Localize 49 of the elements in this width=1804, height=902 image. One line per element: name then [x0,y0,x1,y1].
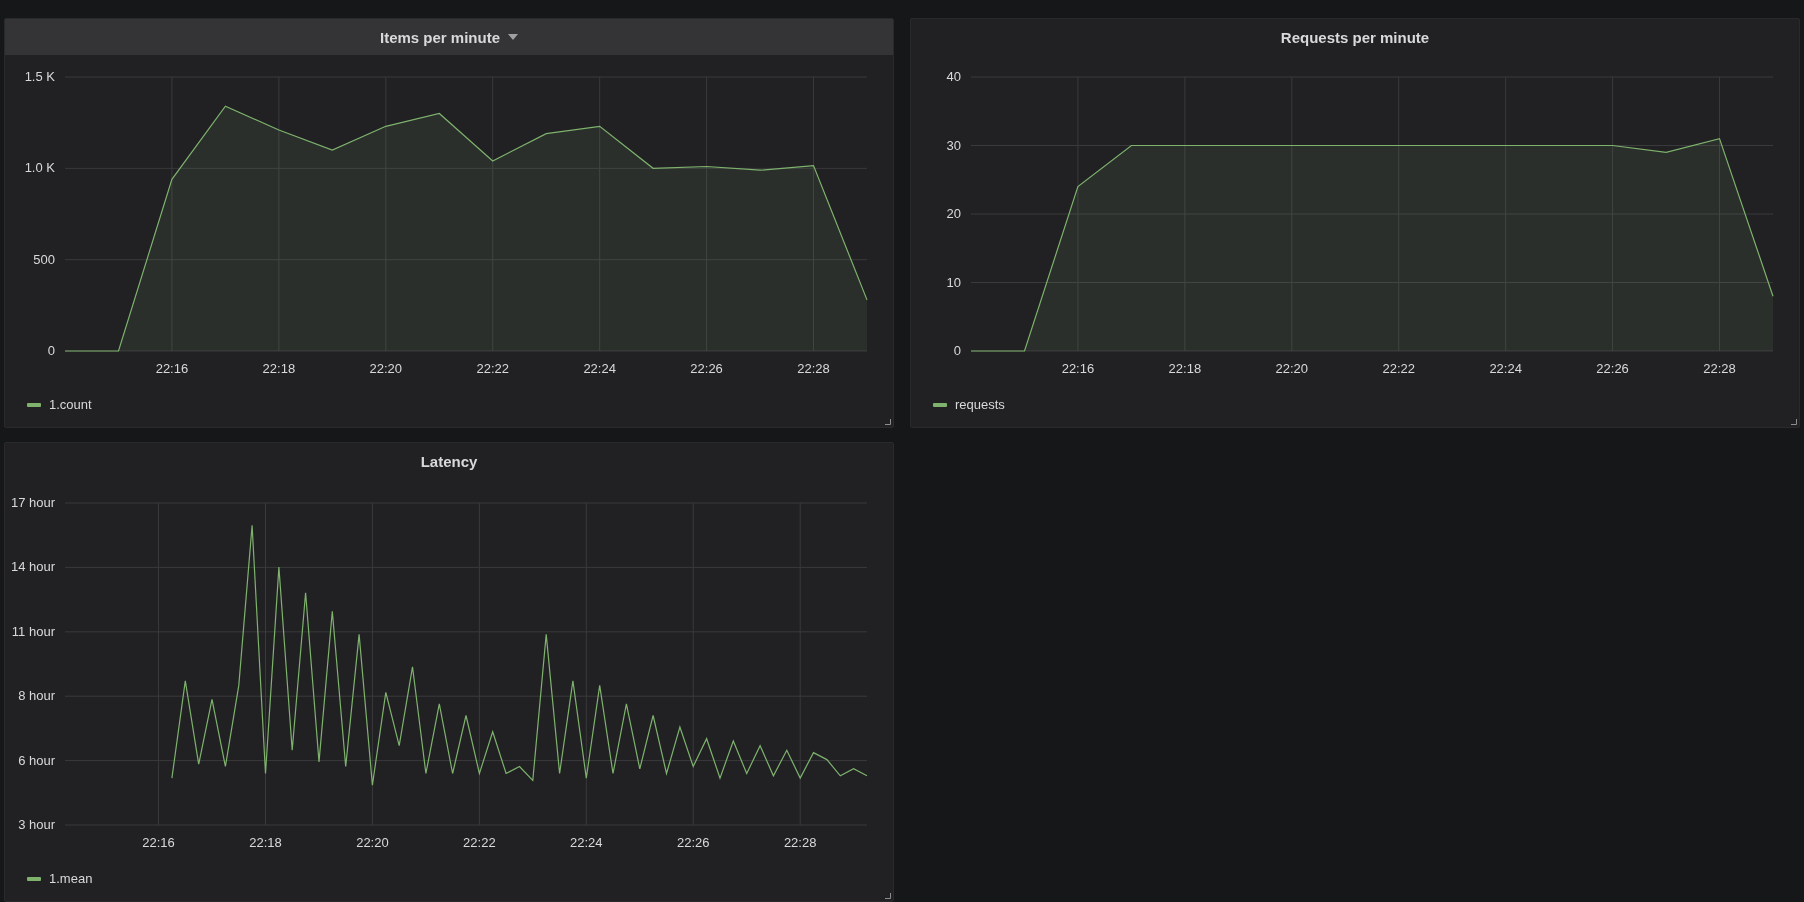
axis-label: 22:28 [783,835,817,850]
axis-label: 20 [946,206,961,221]
axis-label: 22:26 [690,361,723,376]
axis-label: 500 [33,251,55,267]
axis-label: 22:28 [797,361,830,376]
axis-label: 22:18 [262,361,296,376]
axis-label: 22:20 [356,835,389,850]
resize-handle-icon[interactable] [1791,419,1797,425]
axis-label: 40 [946,69,961,84]
panel-header[interactable]: Latency [5,443,893,479]
axis-label: 8 hour [18,688,55,704]
axis-label: 1.0 K [24,160,55,176]
caret-icon[interactable] [508,34,518,40]
axis-label: 22:24 [583,361,616,376]
panel-header[interactable]: Items per minute [5,19,893,55]
axis-label: 22:16 [1061,361,1095,376]
axis-label: 22:18 [249,835,282,850]
axis-label: 22:22 [1382,361,1415,376]
axis-label: 22:26 [1596,361,1629,376]
legend-item[interactable]: 1.count [27,397,92,412]
axis-label: 22:18 [1168,361,1202,376]
axis-label: 17 hour [10,495,55,510]
axis-label: 0 [953,343,961,358]
axis-label: 22:28 [1703,361,1736,376]
resize-handle-icon[interactable] [885,893,891,899]
legend-item[interactable]: requests [933,397,1005,412]
panel-header[interactable]: Requests per minute [911,19,1799,55]
panel-title[interactable]: Requests per minute [1280,28,1430,46]
axis-label: 30 [946,137,961,153]
axis-label: 22:22 [463,835,496,850]
axis-label: 11 hour [11,623,55,639]
axis-label: 22:22 [476,361,509,376]
axis-label: 14 hour [10,559,55,575]
axis-label: 22:26 [676,835,710,850]
axis-label: 22:16 [142,835,175,850]
resize-handle-icon[interactable] [885,419,891,425]
axis-label: 6 hour [18,752,55,768]
legend-item[interactable]: 1.mean [27,871,93,886]
axis-label: 22:24 [570,835,603,850]
axis-label: 22:20 [369,361,403,376]
panel-title[interactable]: Latency [420,452,478,470]
axis-label: 1.5 K [24,69,55,84]
axis-label: 10 [946,274,961,290]
panel-title[interactable]: Items per minute [380,28,500,46]
axis-label: 22:16 [155,361,189,376]
axis-label: 3 hour [18,817,55,832]
axis-label: 0 [47,343,55,358]
axis-label: 22:20 [1275,361,1309,376]
axis-label: 22:24 [1489,361,1522,376]
